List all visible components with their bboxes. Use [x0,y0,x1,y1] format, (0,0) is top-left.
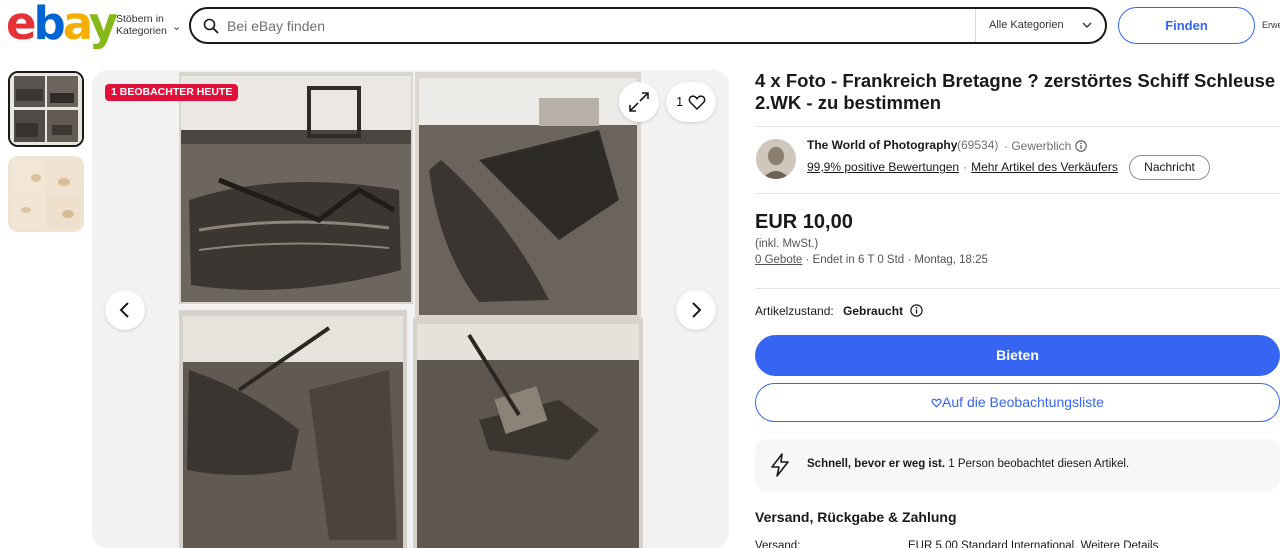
ship-photo-collage [179,70,643,548]
shipping-row: Versand: EUR 5,00 Standard International… [755,540,1280,548]
category-select[interactable]: Alle Kategorien [975,9,1105,42]
condition-row: Artikelzustand: Gebraucht [755,304,924,318]
shipping-value: EUR 5,00 Standard International. Weitere… [908,540,1159,548]
thumbnail-image [8,156,84,232]
logo-letter-y: y [88,0,118,50]
seller-type: · Gewerblich [1004,139,1087,153]
browse-categories-button[interactable]: Stöbern in Kategorien [116,13,176,37]
main-product-image[interactable] [179,70,643,548]
bids-link[interactable]: 0 Gebote [755,254,802,266]
bids-line: 0 Gebote · Endet in 6 T 0 Std · Montag, … [755,254,988,266]
add-to-watchlist-button[interactable]: Auf die Beobachtungsliste [755,383,1280,422]
more-items-link[interactable]: Mehr Artikel des Verkäufers [971,160,1118,174]
ebay-logo[interactable]: ebay [6,1,118,46]
auction-end-time: · Endet in 6 T 0 Std · Montag, 18:25 [805,254,988,266]
tax-note: (inkl. MwSt.) [755,238,819,250]
condition-value: Gebraucht [843,304,904,318]
expand-icon [629,92,649,112]
shipping-label: Versand: [755,540,801,548]
shipping-section-title: Versand, Rückgabe & Zahlung [755,509,957,525]
watchers-badge: 1 BEOBACHTER HEUTE [105,84,239,101]
heart-icon [931,398,942,408]
find-button[interactable]: Finden [1118,7,1255,44]
info-icon[interactable] [1074,140,1087,152]
category-select-label: Alle Kategorien [989,19,1064,31]
next-image-button[interactable] [676,290,716,330]
divider [755,126,1280,127]
heart-icon [688,95,706,111]
message-seller-button[interactable]: Nachricht [1129,155,1210,180]
logo-letter-b: b [33,0,66,50]
divider [755,288,1280,289]
chevron-right-icon [692,302,702,318]
thumbnail-image [10,73,82,145]
seller-name-link[interactable]: The World of Photography [807,138,957,152]
urgency-bold: Schnell, bevor er weg ist. [807,458,946,470]
avatar-image [756,139,796,179]
urgency-text: Schnell, bevor er weg ist. 1 Person beob… [807,458,1129,470]
search-icon [203,18,219,34]
lightning-icon [771,453,789,477]
watch-count: 1 [676,94,684,109]
positive-feedback-link[interactable]: 99,9% positive Bewertungen [807,160,959,174]
listing-title: 4 x Foto - Frankreich Bretagne ? zerstör… [755,70,1276,113]
chevron-left-icon [119,302,129,318]
photo-thumbnail-back[interactable] [8,156,84,232]
divider [755,193,1280,194]
place-bid-button[interactable]: Bieten [755,335,1280,376]
urgency-banner: Schnell, bevor er weg ist. 1 Person beob… [755,439,1280,491]
advanced-search-link[interactable]: Erwe [1262,20,1280,30]
search-bar: Alle Kategorien [189,7,1107,44]
seller-type-label: · Gewerblich [1004,139,1072,153]
seller-feedback-count: (69534) [957,138,999,152]
watchlist-label: Auf die Beobachtungsliste [942,394,1104,410]
image-gallery: 1 BEOBACHTER HEUTE 1 [92,70,729,548]
previous-image-button[interactable] [105,290,145,330]
urgency-detail: 1 Person beobachtet diesen Artikel. [945,458,1130,470]
expand-image-button[interactable] [619,82,659,122]
separator: · [963,160,968,174]
chevron-down-icon [1082,22,1092,28]
price: EUR 10,00 [755,211,853,233]
logo-letter-a: a [62,0,92,50]
seller-links: 99,9% positive Bewertungen · Mehr Artikel … [807,160,1118,174]
seller-avatar[interactable] [756,139,796,179]
info-icon[interactable] [910,304,924,317]
logo-letter-e: e [6,0,36,50]
chevron-down-icon[interactable]: ⌄ [172,20,181,33]
photo-thumbnail-front[interactable] [8,71,84,147]
watch-heart-button[interactable]: 1 [666,82,716,122]
search-input[interactable] [227,14,967,37]
condition-label: Artikelzustand: [755,304,834,318]
